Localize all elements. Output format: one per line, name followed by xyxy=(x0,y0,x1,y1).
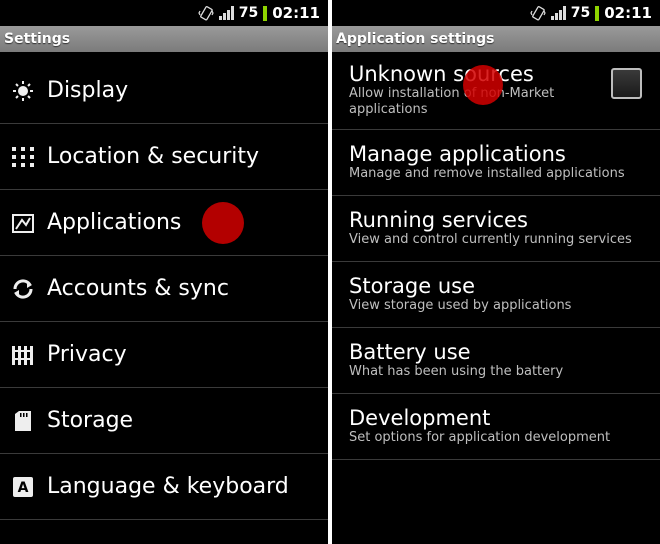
settings-item-display[interactable]: Display xyxy=(0,58,328,124)
applications-icon xyxy=(10,210,36,236)
fence-icon xyxy=(10,342,36,368)
setting-title: Running services xyxy=(349,208,528,232)
battery-icon xyxy=(263,5,268,21)
setting-development[interactable]: Development Set options for application … xyxy=(332,394,660,460)
status-bar: 75 02:11 xyxy=(0,0,328,26)
sd-card-icon xyxy=(10,408,36,434)
battery-icon xyxy=(595,5,600,21)
setting-battery-use[interactable]: Battery use What has been using the batt… xyxy=(332,328,660,394)
setting-summary: Manage and remove installed applications xyxy=(349,166,625,181)
page-title: Application settings xyxy=(332,26,660,52)
setting-title: Battery use xyxy=(349,340,471,364)
settings-list: Display Location & security Applications… xyxy=(0,58,328,520)
unknown-sources-checkbox[interactable] xyxy=(611,68,642,99)
keyboard-a-icon: A xyxy=(10,474,36,500)
vibrate-icon xyxy=(530,6,546,21)
setting-storage-use[interactable]: Storage use View storage used by applica… xyxy=(332,262,660,328)
tap-indicator xyxy=(202,202,244,244)
battery-level: 75 xyxy=(238,5,259,21)
settings-screen: 75 02:11 Settings Display Location & sec… xyxy=(0,0,328,544)
setting-summary: View and control currently running servi… xyxy=(349,232,632,247)
brightness-icon xyxy=(10,78,36,104)
grid-dots-icon xyxy=(10,144,36,170)
settings-item-label: Location & security xyxy=(47,144,260,169)
setting-summary: Allow installation of non-Market applica… xyxy=(349,86,555,117)
settings-item-applications[interactable]: Applications xyxy=(0,190,328,256)
settings-item-label: Display xyxy=(47,78,129,103)
setting-manage-applications[interactable]: Manage applications Manage and remove in… xyxy=(332,130,660,196)
clock: 02:11 xyxy=(604,4,652,22)
settings-item-location-security[interactable]: Location & security xyxy=(0,124,328,190)
signal-icon xyxy=(550,6,566,20)
setting-summary: What has been using the battery xyxy=(349,364,564,379)
sync-icon xyxy=(10,276,36,302)
setting-summary: View storage used by applications xyxy=(349,298,572,313)
setting-title: Storage use xyxy=(349,274,476,298)
clock: 02:11 xyxy=(272,4,320,22)
signal-icon xyxy=(218,6,234,20)
setting-running-services[interactable]: Running services View and control curren… xyxy=(332,196,660,262)
status-bar: 75 02:11 xyxy=(332,0,660,26)
application-settings-list: Unknown sources Allow installation of no… xyxy=(332,52,660,460)
settings-item-label: Language & keyboard xyxy=(47,474,289,499)
tap-indicator xyxy=(463,65,503,105)
settings-item-language-keyboard[interactable]: A Language & keyboard xyxy=(0,454,328,520)
settings-item-label: Privacy xyxy=(47,342,127,367)
settings-item-label: Storage xyxy=(47,408,134,433)
application-settings-screen: 75 02:11 Application settings Unknown so… xyxy=(332,0,660,544)
settings-item-storage[interactable]: Storage xyxy=(0,388,328,454)
setting-unknown-sources[interactable]: Unknown sources Allow installation of no… xyxy=(332,52,660,130)
settings-item-label: Accounts & sync xyxy=(47,276,229,301)
page-title: Settings xyxy=(0,26,328,52)
vibrate-icon xyxy=(198,6,214,21)
battery-level: 75 xyxy=(570,5,591,21)
settings-item-privacy[interactable]: Privacy xyxy=(0,322,328,388)
setting-title: Development xyxy=(349,406,491,430)
settings-item-label: Applications xyxy=(47,210,182,235)
svg-text:A: A xyxy=(18,480,29,496)
setting-summary: Set options for application development xyxy=(349,430,611,445)
settings-item-accounts-sync[interactable]: Accounts & sync xyxy=(0,256,328,322)
setting-title: Manage applications xyxy=(349,142,566,166)
